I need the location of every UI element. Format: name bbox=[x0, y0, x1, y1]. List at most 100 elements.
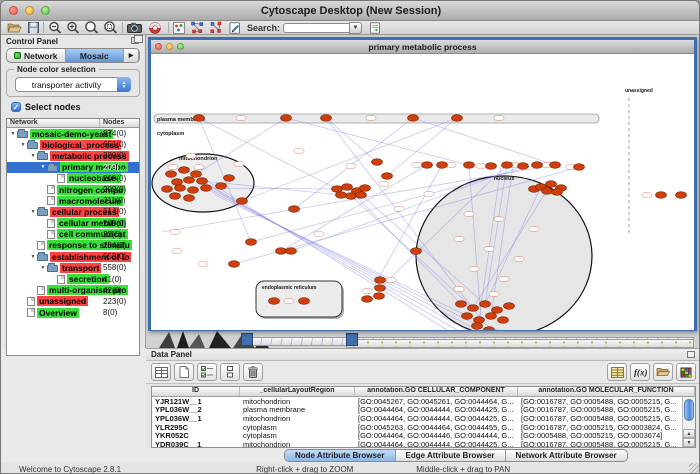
tree-row-metabolic-process[interactable]: ▼metabolic process280(0) bbox=[7, 150, 139, 161]
network-node[interactable] bbox=[375, 285, 386, 292]
annotation-button[interactable] bbox=[173, 21, 185, 34]
resize-grip[interactable] bbox=[689, 463, 699, 473]
zoom-out-button[interactable] bbox=[48, 21, 62, 34]
tree-col-network[interactable]: Network bbox=[7, 119, 100, 127]
network-node[interactable] bbox=[422, 162, 433, 169]
network-node[interactable] bbox=[179, 167, 190, 174]
network-node[interactable] bbox=[486, 313, 497, 320]
table-row[interactable]: YLR295Ccytoplasm[GO:0045263, GO:0044464,… bbox=[152, 423, 695, 432]
zoom-fit-button[interactable] bbox=[84, 21, 99, 34]
table-row[interactable]: YJR121W__1mitochondrion[GO:0045267, GO:0… bbox=[152, 397, 695, 406]
tab-edge-attribute-browser[interactable]: Edge Attribute Browser bbox=[396, 450, 506, 461]
background-window-corner[interactable] bbox=[241, 333, 253, 346]
expand-triangle-icon[interactable]: ▼ bbox=[19, 142, 27, 148]
tab-node-attribute-browser[interactable]: Node Attribute Browser bbox=[285, 450, 396, 461]
attribute-table-button[interactable] bbox=[607, 363, 627, 381]
search-dropdown-arrow[interactable]: ▼ bbox=[349, 22, 362, 34]
column-header-3[interactable]: annotation.GO MOLECULAR_FUNCTION bbox=[518, 387, 695, 396]
network-node[interactable] bbox=[342, 184, 353, 191]
import-network-button[interactable] bbox=[369, 21, 381, 34]
float-data-panel-icon[interactable] bbox=[687, 351, 695, 358]
network-node[interactable] bbox=[362, 296, 373, 303]
scroll-up-button[interactable]: ▲ bbox=[683, 429, 695, 438]
network-node[interactable] bbox=[518, 163, 529, 170]
tree-col-nodes[interactable]: Nodes bbox=[100, 119, 139, 127]
edit-network-button[interactable] bbox=[229, 21, 241, 34]
tree-row-cellular-process[interactable]: ▼cellular process614(0) bbox=[7, 206, 139, 217]
create-attribute-button[interactable] bbox=[174, 363, 194, 381]
expand-triangle-icon[interactable]: ▼ bbox=[39, 164, 47, 170]
column-header-2[interactable]: annotation.GO CELLULAR_COMPONENT bbox=[355, 387, 518, 396]
expand-triangle-icon[interactable]: ▼ bbox=[29, 209, 37, 215]
column-header-1[interactable]: _cellularLayoutRegion bbox=[240, 387, 355, 396]
tree-row-nitrogen-compo[interactable]: nitrogen compo209(0) bbox=[7, 184, 139, 195]
network-node[interactable] bbox=[332, 186, 343, 193]
network-node[interactable] bbox=[468, 305, 479, 312]
tree-row-macromolecule[interactable]: macromolecule311(0) bbox=[7, 195, 139, 206]
network-node[interactable] bbox=[382, 173, 393, 180]
layout-network-2-button[interactable] bbox=[209, 21, 223, 34]
tree-row-primary-metabo[interactable]: ▼primary metabo209(... bbox=[7, 162, 139, 173]
background-window-corner[interactable] bbox=[346, 333, 358, 346]
network-node[interactable] bbox=[184, 177, 195, 184]
network-edge[interactable] bbox=[326, 118, 377, 162]
network-node[interactable] bbox=[492, 307, 503, 314]
help-button[interactable] bbox=[149, 21, 161, 34]
network-node[interactable] bbox=[532, 162, 543, 169]
network-node[interactable] bbox=[486, 163, 497, 170]
network-node[interactable] bbox=[229, 261, 240, 268]
network-node[interactable] bbox=[462, 313, 473, 320]
network-node[interactable] bbox=[289, 206, 300, 213]
network-node[interactable] bbox=[502, 162, 513, 169]
network-node[interactable] bbox=[480, 301, 491, 308]
network-node[interactable] bbox=[336, 192, 347, 199]
tree-row-mosaic-demo-yeast[interactable]: ▼mosaic-demo-yeast874(0) bbox=[7, 128, 139, 139]
table-row[interactable]: YDR039C__1mitochondrion[GO:0044464, GO:0… bbox=[152, 440, 695, 447]
network-node[interactable] bbox=[246, 239, 257, 246]
network-node[interactable] bbox=[542, 188, 553, 195]
plasma-membrane-region[interactable] bbox=[154, 114, 599, 123]
network-node[interactable] bbox=[191, 171, 202, 178]
network-node[interactable] bbox=[281, 115, 292, 122]
network-node[interactable] bbox=[184, 195, 195, 202]
tree-row-secretion[interactable]: secretion41(0) bbox=[7, 273, 139, 284]
network-node[interactable] bbox=[411, 248, 422, 255]
expand-triangle-icon[interactable]: ▼ bbox=[39, 265, 47, 271]
network-node[interactable] bbox=[504, 303, 515, 310]
network-node[interactable] bbox=[197, 178, 208, 185]
network-node[interactable] bbox=[216, 183, 227, 190]
delete-attribute-button[interactable] bbox=[243, 363, 263, 381]
tree-row-transport[interactable]: ▼transport558(0) bbox=[7, 262, 139, 273]
select-columns-button[interactable] bbox=[151, 363, 171, 381]
network-canvas[interactable]: plasma membranecytoplasmmitochondrionnuc… bbox=[151, 54, 694, 330]
network-node[interactable] bbox=[194, 115, 205, 122]
layout-network-1-button[interactable] bbox=[190, 21, 204, 34]
network-node[interactable] bbox=[286, 248, 297, 255]
function-builder-button[interactable]: f(x) bbox=[630, 363, 650, 381]
background-window-fragment[interactable] bbox=[346, 339, 694, 348]
tree-row-response-to-stimulu[interactable]: response to stimulu264(0) bbox=[7, 240, 139, 251]
network-edge[interactable] bbox=[413, 118, 555, 165]
network-node[interactable] bbox=[408, 115, 419, 122]
network-node[interactable] bbox=[224, 175, 235, 182]
save-session-button[interactable] bbox=[28, 21, 39, 34]
tab-scroll-right-button[interactable]: ▶ bbox=[124, 49, 139, 62]
network-node[interactable] bbox=[550, 162, 561, 169]
attribute-matrix-button[interactable] bbox=[676, 363, 696, 381]
table-row[interactable]: YPL036W__2plasma membrane[GO:0044464, GO… bbox=[152, 406, 695, 415]
tree-row-establishment-of-lo[interactable]: ▼establishment of lo558(0) bbox=[7, 251, 139, 262]
network-node[interactable] bbox=[166, 171, 177, 178]
network-node[interactable] bbox=[276, 248, 287, 255]
expand-triangle-icon[interactable]: ▼ bbox=[29, 153, 37, 159]
network-node[interactable] bbox=[321, 115, 332, 122]
network-node[interactable] bbox=[269, 298, 280, 305]
tree-row-overview[interactable]: Overview8(0) bbox=[7, 307, 139, 318]
network-node[interactable] bbox=[546, 181, 557, 188]
expand-triangle-icon[interactable]: ▼ bbox=[29, 254, 37, 260]
table-scrollbar[interactable]: ▲ ▼ bbox=[682, 397, 695, 447]
node-color-dropdown[interactable]: transporter activity ▲▼ bbox=[15, 77, 131, 92]
tab-network-attribute-browser[interactable]: Network Attribute Browser bbox=[506, 450, 627, 461]
network-node[interactable] bbox=[474, 317, 485, 324]
network-node[interactable] bbox=[170, 193, 181, 200]
network-node[interactable] bbox=[372, 159, 383, 166]
